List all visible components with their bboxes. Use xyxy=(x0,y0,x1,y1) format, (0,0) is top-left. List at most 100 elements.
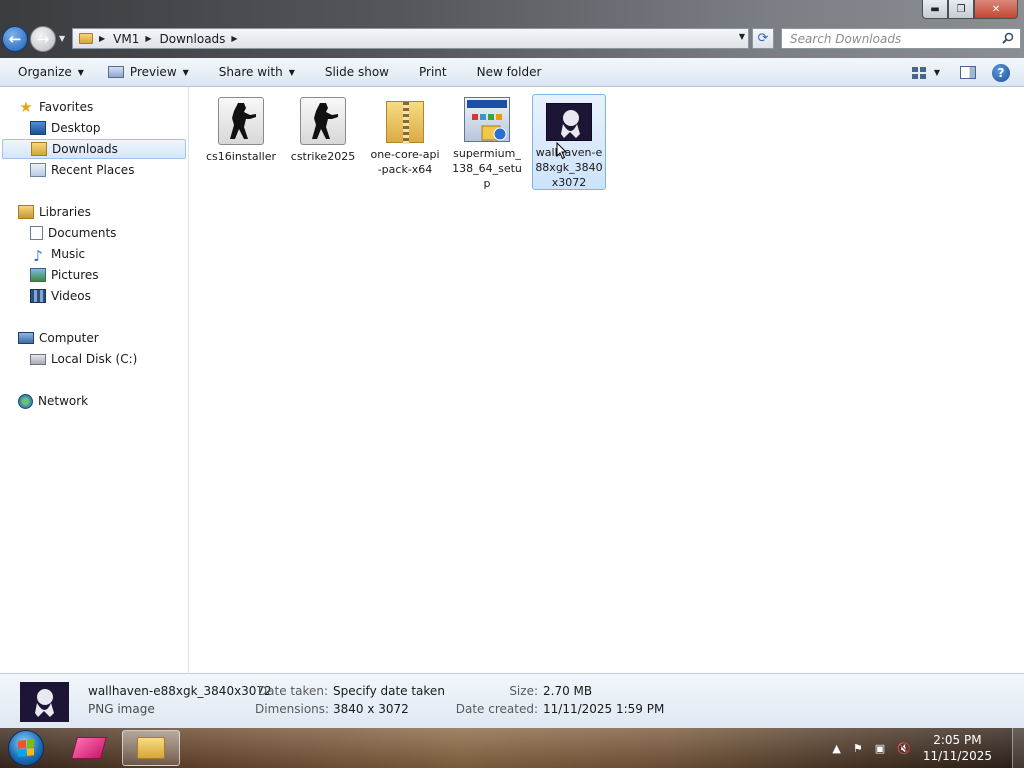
desktop-icon xyxy=(30,121,46,135)
show-desktop-button[interactable] xyxy=(1012,728,1024,768)
command-bar: Organize ▼ Preview ▼ Share with ▼ Slide … xyxy=(0,58,1024,87)
taskbar-app-explorer[interactable] xyxy=(122,730,180,766)
file-item[interactable]: one-core-api-pack-x64 xyxy=(368,95,442,191)
file-name: supermium_138_64_setup xyxy=(452,147,522,190)
nav-desktop[interactable]: Desktop xyxy=(30,118,101,138)
navigation-pane: ★ Favorites Desktop Downloads Recent Pla… xyxy=(0,87,189,673)
file-name: one-core-api-pack-x64 xyxy=(370,148,440,176)
date-created-value: 11/11/2025 1:59 PM xyxy=(543,702,665,716)
chevron-right-icon[interactable]: ▶ xyxy=(145,34,151,43)
date-taken-value[interactable]: Specify date taken xyxy=(333,684,445,698)
window-controls: ▬ ❐ ✕ xyxy=(922,0,1018,19)
libraries-icon xyxy=(18,205,34,219)
nav-recent-places[interactable]: Recent Places xyxy=(30,160,134,180)
nav-computer[interactable]: Computer xyxy=(18,328,99,348)
nav-music[interactable]: ♪ Music xyxy=(30,244,85,265)
nav-downloads[interactable]: Downloads xyxy=(2,139,186,159)
date-taken-label: Date taken: xyxy=(257,684,328,698)
size-label: Size: xyxy=(509,684,538,698)
counter-strike-icon xyxy=(300,97,346,145)
videos-icon xyxy=(30,289,46,303)
app-icon xyxy=(71,737,107,759)
view-controls: ▼ ? xyxy=(911,58,1024,87)
file-list[interactable]: cs16installer cstrike2025 one-core-api-p… xyxy=(190,87,1024,673)
file-name: cstrike2025 xyxy=(290,150,356,163)
search-input[interactable] xyxy=(790,31,995,46)
network-status-icon[interactable]: ▣ xyxy=(875,742,885,755)
clock[interactable]: 2:05 PM 11/11/2025 xyxy=(923,732,992,764)
change-view-icon[interactable] xyxy=(911,66,926,79)
nav-libraries[interactable]: Libraries xyxy=(18,202,91,222)
image-thumbnail-icon xyxy=(20,682,69,722)
organize-button[interactable]: Organize ▼ xyxy=(0,58,93,87)
new-folder-button[interactable]: New folder xyxy=(468,58,551,87)
print-button[interactable]: Print xyxy=(410,58,456,87)
file-item[interactable]: cs16installer xyxy=(204,95,278,191)
volume-muted-icon[interactable]: 🔇 xyxy=(897,742,911,755)
details-file-name: wallhaven-e88xgk_3840x3072 xyxy=(88,684,272,698)
star-icon: ★ xyxy=(19,98,33,116)
dimensions-value: 3840 x 3072 xyxy=(333,702,409,716)
clock-time: 2:05 PM xyxy=(933,733,982,747)
counter-strike-icon xyxy=(218,97,264,145)
nav-local-disk[interactable]: Local Disk (C:) xyxy=(30,349,137,369)
action-center-flag-icon[interactable]: ⚑ xyxy=(853,742,863,755)
nav-label: Libraries xyxy=(39,205,91,219)
taskbar: ▲ ⚑ ▣ 🔇 2:05 PM 11/11/2025 xyxy=(0,728,1024,768)
dimensions-label: Dimensions: xyxy=(255,702,330,716)
close-button[interactable]: ✕ xyxy=(974,0,1018,19)
pictures-icon xyxy=(30,268,46,282)
nav-pictures[interactable]: Pictures xyxy=(30,265,99,285)
nav-label: Pictures xyxy=(51,268,99,282)
image-thumbnail-icon xyxy=(546,103,592,141)
chevron-down-icon: ▼ xyxy=(182,67,189,77)
forward-button[interactable]: → xyxy=(30,26,56,52)
nav-network[interactable]: Network xyxy=(18,391,88,411)
recent-pages-dropdown[interactable]: ▼ xyxy=(59,34,65,43)
nav-label: Favorites xyxy=(39,100,94,114)
clock-date: 11/11/2025 xyxy=(922,749,992,763)
file-name: cs16installer xyxy=(206,150,276,163)
chevron-right-icon[interactable]: ▶ xyxy=(231,34,237,43)
file-item[interactable]: cstrike2025 xyxy=(286,95,360,191)
file-item[interactable]: supermium_138_64_setup xyxy=(450,95,524,191)
zip-folder-icon xyxy=(386,101,424,144)
minimize-button[interactable]: ▬ xyxy=(922,0,948,19)
nav-label: Network xyxy=(38,394,89,408)
refresh-button[interactable]: ⟳ xyxy=(752,28,774,49)
back-button[interactable]: ← xyxy=(2,26,28,52)
show-hidden-icons-icon[interactable]: ▲ xyxy=(832,742,840,755)
nav-label: Computer xyxy=(39,331,99,345)
downloads-folder-icon xyxy=(31,142,47,156)
file-item-selected[interactable]: wallhaven-e88xgk_3840x3072 xyxy=(532,94,606,190)
share-with-label: Share with xyxy=(218,65,283,79)
address-dropdown-icon[interactable]: ▼ xyxy=(739,32,745,41)
nav-favorites[interactable]: ★ Favorites xyxy=(18,97,93,117)
chevron-right-icon[interactable]: ▶ xyxy=(99,34,105,43)
preview-button[interactable]: Preview ▼ xyxy=(99,58,198,87)
share-with-button[interactable]: Share with ▼ xyxy=(210,58,304,87)
preview-label: Preview xyxy=(129,65,177,79)
breadcrumb-downloads[interactable]: Downloads xyxy=(160,32,226,46)
nav-videos[interactable]: Videos xyxy=(30,286,91,306)
file-name: wallhaven-e88xgk_3840x3072 xyxy=(535,146,603,189)
size-value: 2.70 MB xyxy=(543,684,593,698)
network-icon xyxy=(18,393,33,409)
maximize-button[interactable]: ❐ xyxy=(948,0,974,19)
preview-pane-icon[interactable] xyxy=(960,66,976,79)
slide-show-button[interactable]: Slide show xyxy=(316,58,398,87)
window-title-bar: ▬ ❐ ✕ ← → ▼ ▶ VM1 ▶ Downloads ▶ ▼ ⟳ xyxy=(0,0,1024,58)
address-bar[interactable]: ▶ VM1 ▶ Downloads ▶ ▼ xyxy=(72,28,749,49)
start-button[interactable] xyxy=(8,730,44,766)
breadcrumb-vm1[interactable]: VM1 xyxy=(113,32,139,46)
nav-documents[interactable]: Documents xyxy=(30,223,116,243)
search-box[interactable] xyxy=(781,28,1021,49)
taskbar-app-pinned[interactable] xyxy=(60,730,118,766)
search-icon[interactable] xyxy=(1002,32,1014,44)
chevron-down-icon[interactable]: ▼ xyxy=(934,68,940,77)
documents-icon xyxy=(30,226,43,240)
folder-icon xyxy=(79,33,93,44)
nav-label: Desktop xyxy=(51,121,101,135)
nav-label: Downloads xyxy=(52,142,118,156)
help-icon[interactable]: ? xyxy=(992,63,1010,82)
